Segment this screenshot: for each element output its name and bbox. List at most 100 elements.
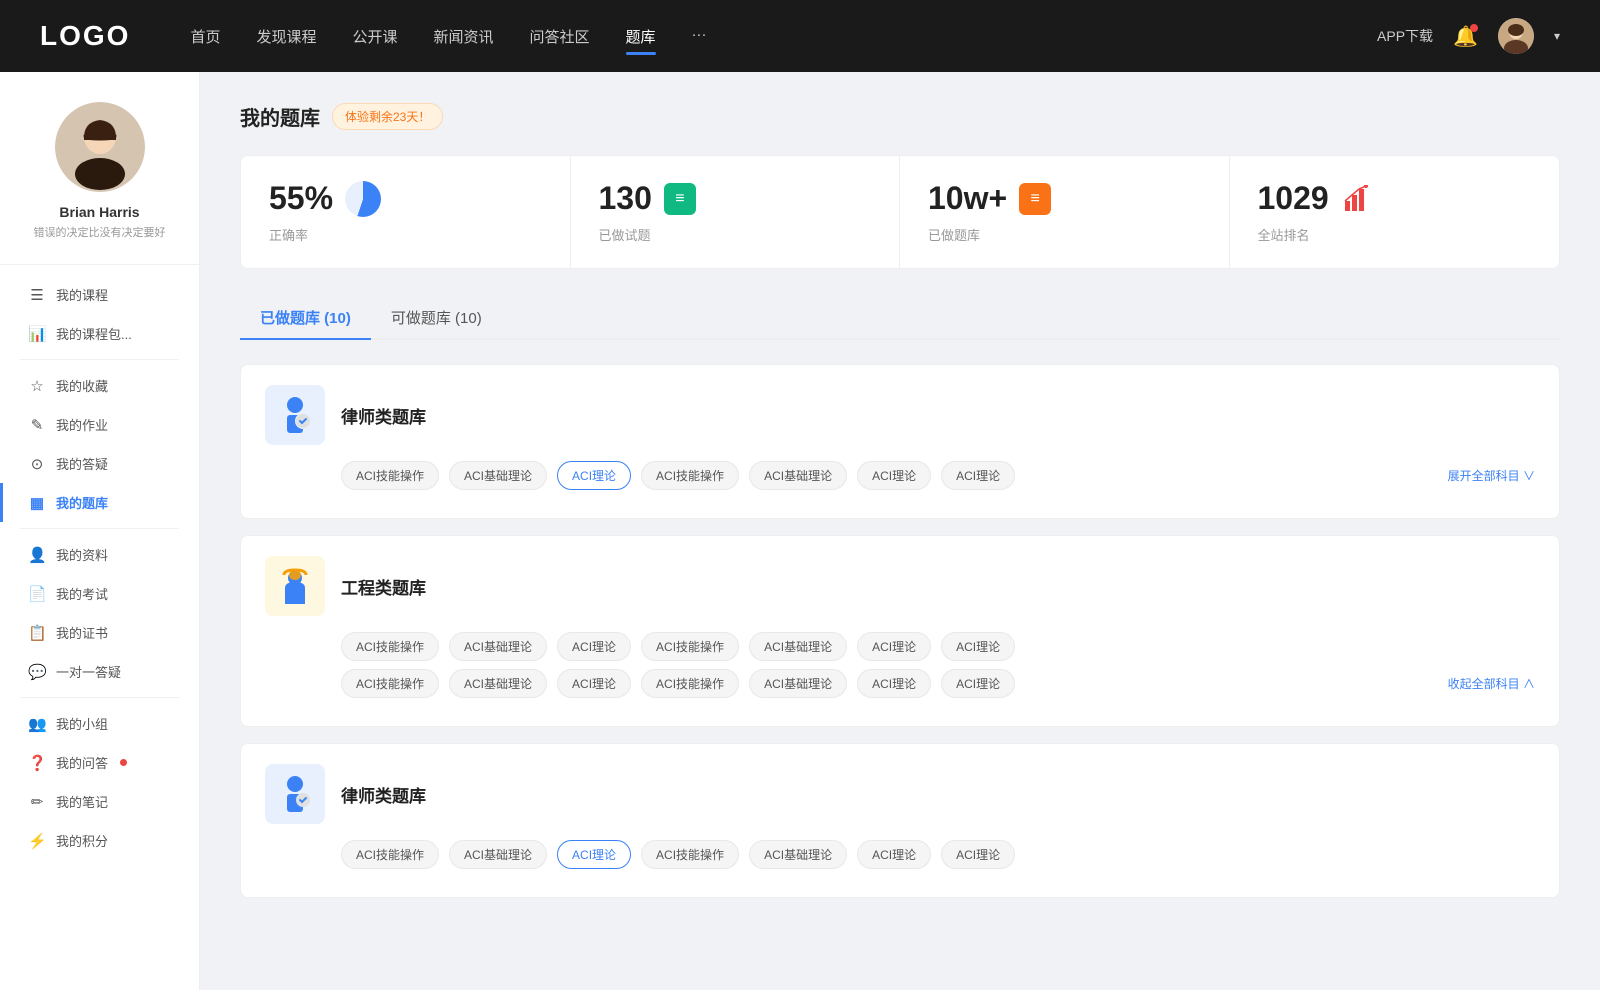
nav-discover[interactable]: 发现课程 <box>256 22 316 51</box>
engineer-icon <box>265 556 325 616</box>
notes-icon: ✏ <box>28 793 46 811</box>
logo: LOGO <box>40 20 130 52</box>
page-wrapper: Brian Harris 错误的决定比没有决定要好 ☰ 我的课程 📊 我的课程包… <box>0 0 1600 990</box>
tag-item[interactable]: ACI基础理论 <box>449 840 547 869</box>
sidebar-item-my-qa[interactable]: ❓ 我的问答 <box>0 743 199 782</box>
qbank-card-engineer: 工程类题库 ACI技能操作 ACI基础理论 ACI理论 ACI技能操作 ACI基… <box>240 535 1560 727</box>
tags-line-1: ACI技能操作 ACI基础理论 ACI理论 ACI技能操作 ACI基础理论 AC… <box>341 461 1535 490</box>
tag-item[interactable]: ACI技能操作 <box>641 632 739 661</box>
tag-item[interactable]: ACI基础理论 <box>749 632 847 661</box>
certificate-icon: 📋 <box>28 624 46 642</box>
qbank-title-3: 律师类题库 <box>341 782 426 807</box>
tag-item[interactable]: ACI理论 <box>857 669 931 698</box>
tag-item-active[interactable]: ACI理论 <box>557 840 631 869</box>
stat-banks-done: 10w+ ≡ 已做题库 <box>900 156 1230 268</box>
tag-item[interactable]: ACI基础理论 <box>749 461 847 490</box>
tag-item[interactable]: ACI理论 <box>941 840 1015 869</box>
points-icon: ⚡ <box>28 832 46 850</box>
sidebar-item-one-on-one[interactable]: 💬 一对一答疑 <box>0 652 199 691</box>
qbank-tags-2: ACI技能操作 ACI基础理论 ACI理论 ACI技能操作 ACI基础理论 AC… <box>265 632 1535 698</box>
sidebar-item-exam[interactable]: 📄 我的考试 <box>0 574 199 613</box>
sidebar-item-label: 我的问答 <box>56 753 108 772</box>
qbank-title-1: 律师类题库 <box>341 403 426 428</box>
sidebar-item-label: 我的考试 <box>56 584 108 603</box>
sidebar-item-favorites[interactable]: ☆ 我的收藏 <box>0 366 199 405</box>
banks-value: 10w+ <box>928 180 1007 217</box>
tag-item[interactable]: ACI理论 <box>941 669 1015 698</box>
tag-item[interactable]: ACI基础理论 <box>749 669 847 698</box>
favorites-icon: ☆ <box>28 377 46 395</box>
tag-item[interactable]: ACI理论 <box>557 669 631 698</box>
tag-item-active[interactable]: ACI理论 <box>557 461 631 490</box>
sidebar-profile: Brian Harris 错误的决定比没有决定要好 <box>0 102 199 265</box>
sidebar-item-qbank[interactable]: ▦ 我的题库 <box>0 483 199 522</box>
navbar-menu: 首页 发现课程 公开课 新闻资讯 问答社区 题库 ··· <box>190 22 1377 51</box>
app-download-link[interactable]: APP下载 <box>1377 26 1433 46</box>
tag-item[interactable]: ACI技能操作 <box>341 461 439 490</box>
nav-news[interactable]: 新闻资讯 <box>434 22 494 51</box>
sidebar-item-profile[interactable]: 👤 我的资料 <box>0 535 199 574</box>
tag-item[interactable]: ACI技能操作 <box>341 669 439 698</box>
qbank-header-1: 律师类题库 <box>265 385 1535 445</box>
sidebar-item-homework[interactable]: ✎ 我的作业 <box>0 405 199 444</box>
tag-item[interactable]: ACI理论 <box>941 632 1015 661</box>
sidebar-item-course-package[interactable]: 📊 我的课程包... <box>0 314 199 353</box>
collapse-link[interactable]: 收起全部科目 ∧ <box>1448 675 1535 692</box>
sidebar-menu: ☰ 我的课程 📊 我的课程包... ☆ 我的收藏 ✎ 我的作业 ⊙ 我的答疑 ▦ <box>0 275 199 860</box>
tag-item[interactable]: ACI理论 <box>941 461 1015 490</box>
stat-ranking: 1029 全站排名 <box>1230 156 1560 268</box>
qbank-tags-1: ACI技能操作 ACI基础理论 ACI理论 ACI技能操作 ACI基础理论 AC… <box>265 461 1535 490</box>
sidebar-item-certificate[interactable]: 📋 我的证书 <box>0 613 199 652</box>
accuracy-value: 55% <box>269 180 333 217</box>
tag-item[interactable]: ACI理论 <box>857 840 931 869</box>
tag-item[interactable]: ACI技能操作 <box>641 840 739 869</box>
tags-line-3: ACI技能操作 ACI基础理论 ACI理论 ACI技能操作 ACI基础理论 AC… <box>341 840 1535 869</box>
expand-link-1[interactable]: 展开全部科目 ∨ <box>1448 467 1535 484</box>
accuracy-label: 正确率 <box>269 225 542 244</box>
nav-home[interactable]: 首页 <box>190 22 220 51</box>
sidebar-item-group[interactable]: 👥 我的小组 <box>0 704 199 743</box>
tag-item[interactable]: ACI理论 <box>857 461 931 490</box>
sidebar-item-notes[interactable]: ✏ 我的笔记 <box>0 782 199 821</box>
nav-open-course[interactable]: 公开课 <box>352 22 397 51</box>
tag-item[interactable]: ACI技能操作 <box>641 461 739 490</box>
sidebar-item-label: 我的收藏 <box>56 376 108 395</box>
tag-item[interactable]: ACI基础理论 <box>449 669 547 698</box>
accuracy-pie-chart <box>345 181 381 217</box>
nav-more[interactable]: ··· <box>692 22 707 51</box>
sidebar-item-label: 我的小组 <box>56 714 108 733</box>
tag-item[interactable]: ACI技能操作 <box>341 840 439 869</box>
tag-item[interactable]: ACI技能操作 <box>641 669 739 698</box>
navbar-right: APP下载 🔔 ▾ <box>1377 18 1560 54</box>
profile-icon: 👤 <box>28 546 46 564</box>
banks-label: 已做题库 <box>928 225 1201 244</box>
notification-bell[interactable]: 🔔 <box>1453 24 1478 49</box>
ranking-value: 1029 <box>1258 180 1329 217</box>
qbank-card-lawyer-1: 律师类题库 ACI技能操作 ACI基础理论 ACI理论 ACI技能操作 ACI基… <box>240 364 1560 519</box>
tab-available[interactable]: 可做题库 (10) <box>371 297 502 338</box>
questions-icon: ≡ <box>664 183 696 215</box>
stat-top-ranking: 1029 <box>1258 180 1532 217</box>
tag-item[interactable]: ACI基础理论 <box>749 840 847 869</box>
tag-item[interactable]: ACI基础理论 <box>449 461 547 490</box>
tag-item[interactable]: ACI基础理论 <box>449 632 547 661</box>
user-avatar[interactable] <box>1498 18 1534 54</box>
exam-icon: 📄 <box>28 585 46 603</box>
questions-label: 已做试题 <box>599 225 872 244</box>
sidebar-item-label: 一对一答疑 <box>56 662 121 681</box>
questions-value: 130 <box>599 180 652 217</box>
tab-done[interactable]: 已做题库 (10) <box>240 297 371 338</box>
user-menu-chevron[interactable]: ▾ <box>1554 29 1560 43</box>
tag-item[interactable]: ACI理论 <box>557 632 631 661</box>
course-icon: ☰ <box>28 286 46 304</box>
sidebar-item-my-course[interactable]: ☰ 我的课程 <box>0 275 199 314</box>
main-content: 我的题库 体验剩余23天！ 55% 正确率 130 ≡ 已做试题 <box>200 72 1600 990</box>
tag-item[interactable]: ACI技能操作 <box>341 632 439 661</box>
nav-qa[interactable]: 问答社区 <box>530 22 590 51</box>
sidebar-item-label: 我的积分 <box>56 831 108 850</box>
tag-item[interactable]: ACI理论 <box>857 632 931 661</box>
banks-icon: ≡ <box>1019 183 1051 215</box>
nav-qbank[interactable]: 题库 <box>626 22 656 51</box>
sidebar-item-points[interactable]: ⚡ 我的积分 <box>0 821 199 860</box>
sidebar-item-qa[interactable]: ⊙ 我的答疑 <box>0 444 199 483</box>
